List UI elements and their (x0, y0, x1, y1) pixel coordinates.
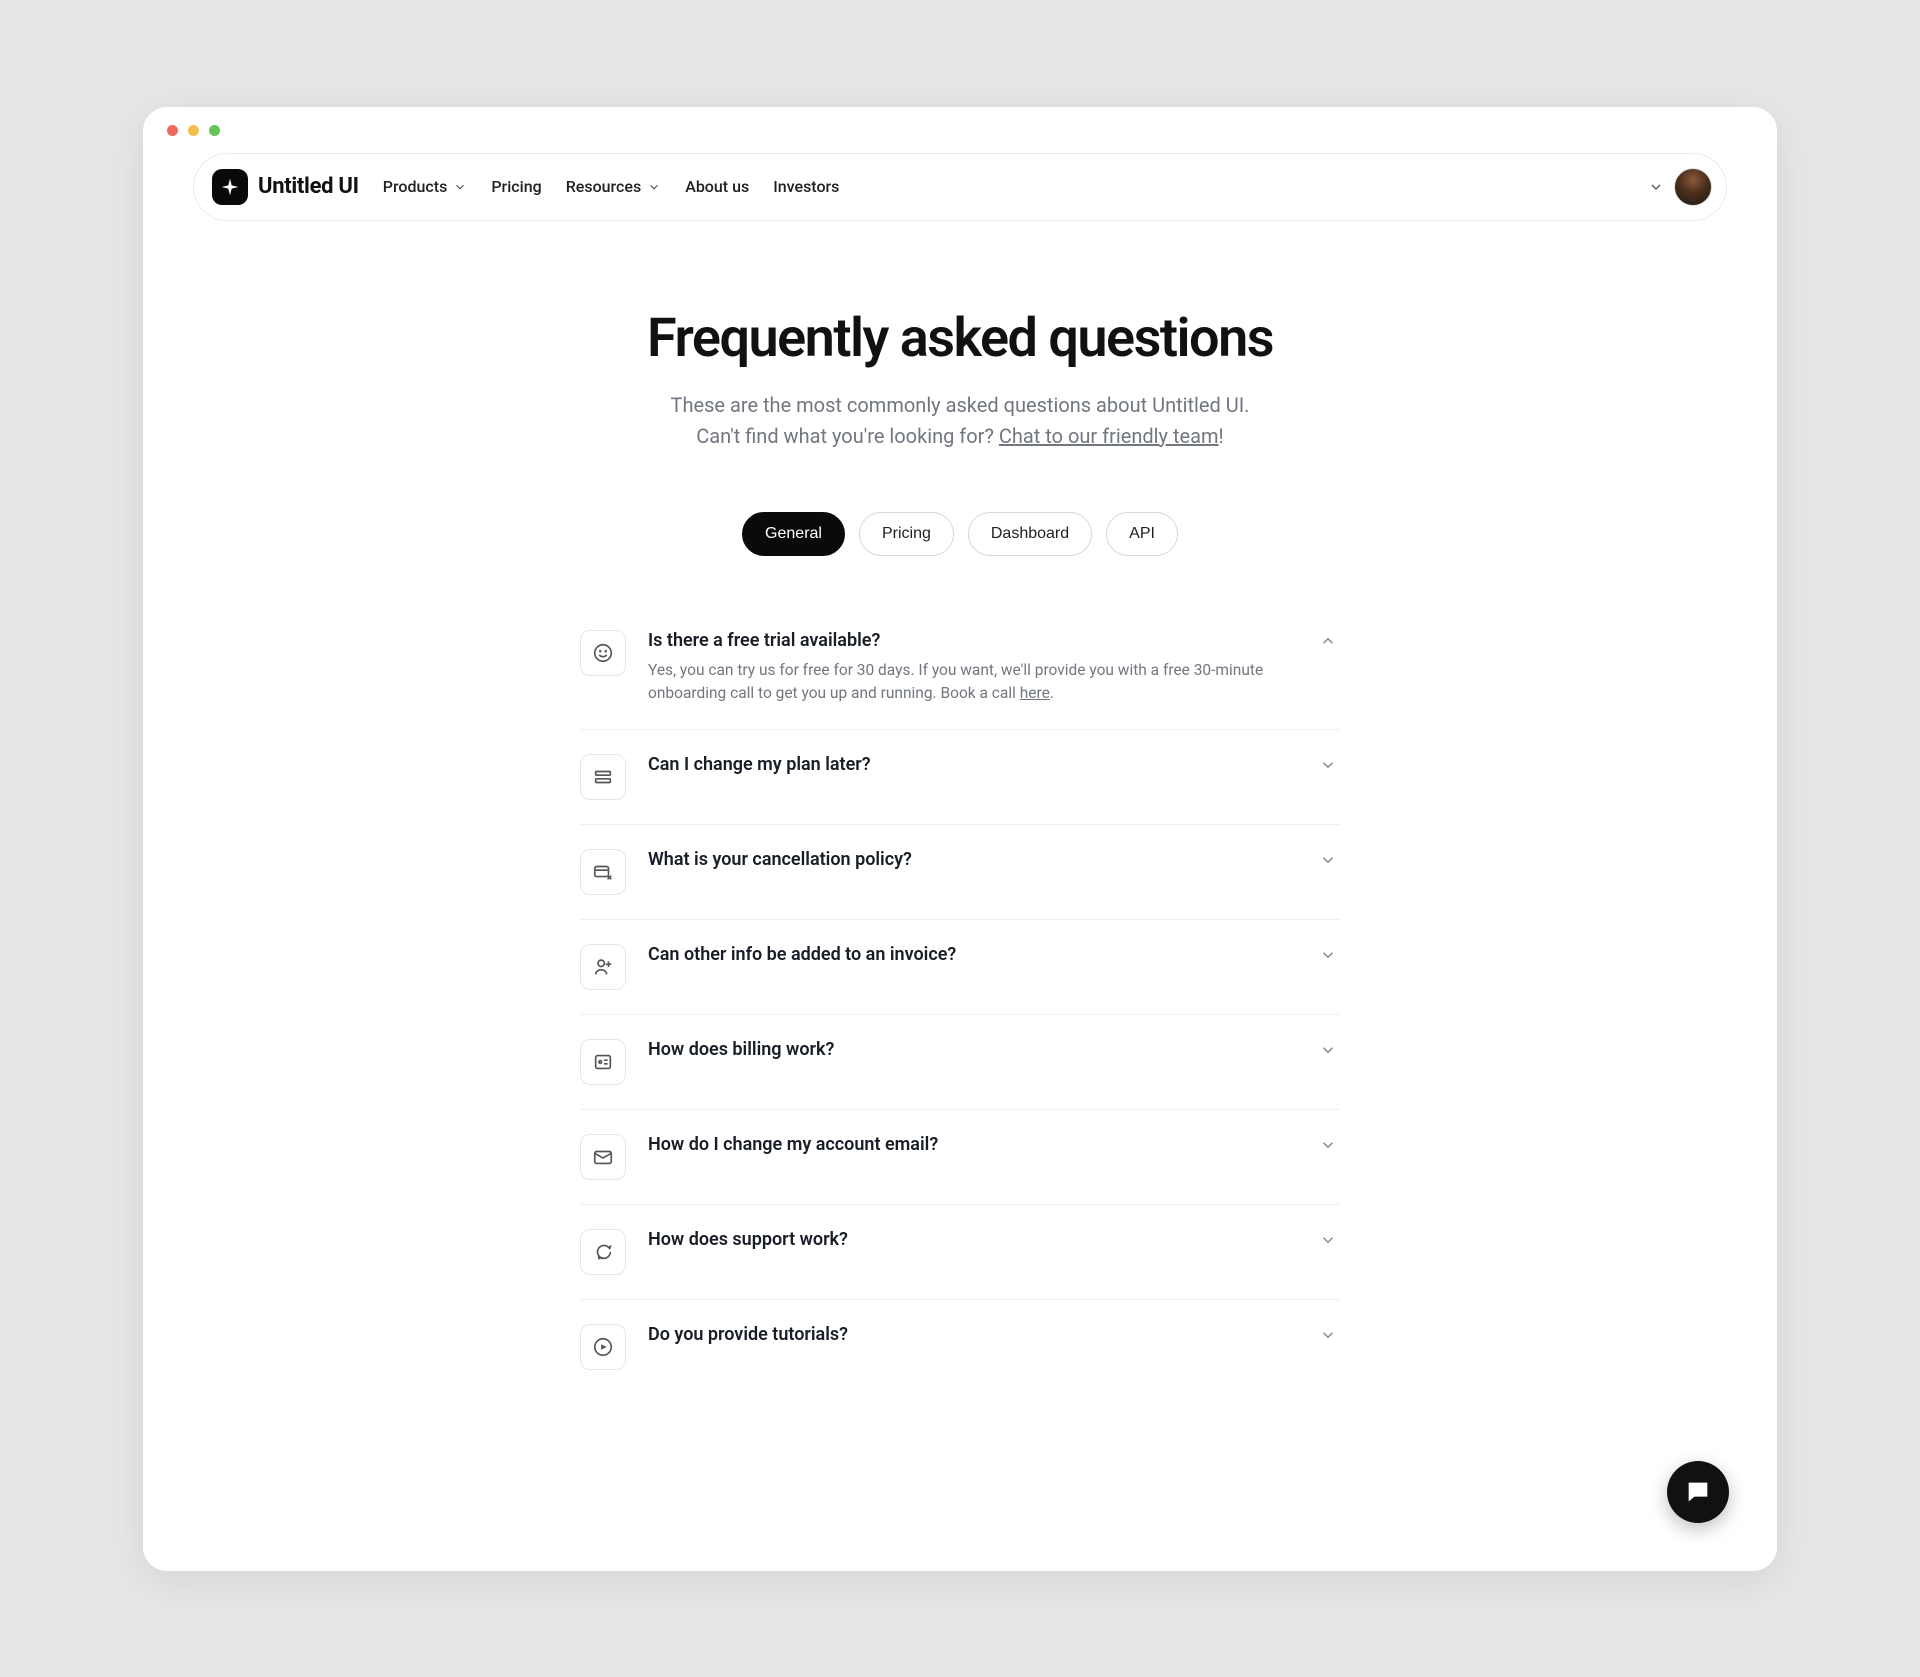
faq-question: How do I change my account email? (648, 1134, 1294, 1155)
brand-name: Untitled UI (258, 174, 359, 199)
chevron-down-icon[interactable] (1316, 851, 1340, 869)
chevron-down-icon[interactable] (1316, 1231, 1340, 1249)
tab-dashboard[interactable]: Dashboard (968, 512, 1092, 556)
nav-label: About us (685, 177, 749, 196)
faq-question: What is your cancellation policy? (648, 849, 1294, 870)
nav-item-products[interactable]: Products (383, 177, 468, 196)
smile-icon (580, 630, 626, 676)
faq-item[interactable]: How do I change my account email? (580, 1109, 1340, 1204)
tab-pricing[interactable]: Pricing (859, 512, 954, 556)
nav-item-resources[interactable]: Resources (566, 177, 662, 196)
window-controls (167, 125, 220, 136)
minimize-window-icon[interactable] (188, 125, 199, 136)
nav-right (1648, 168, 1712, 206)
page-title: Frequently asked questions (647, 307, 1273, 370)
rows-icon (580, 754, 626, 800)
faq-answer: Yes, you can try us for free for 30 days… (648, 659, 1294, 706)
subtitle-line2-prefix: Can't find what you're looking for? (696, 424, 999, 448)
faq-list: Is there a free trial available? Yes, yo… (580, 606, 1340, 1395)
faq-item[interactable]: Is there a free trial available? Yes, yo… (580, 606, 1340, 730)
mail-icon (580, 1134, 626, 1180)
maximize-window-icon[interactable] (209, 125, 220, 136)
faq-answer-text: Yes, you can try us for free for 30 days… (648, 661, 1263, 702)
faq-question: Is there a free trial available? (648, 630, 1294, 651)
faq-question: How does billing work? (648, 1039, 1294, 1060)
card-x-icon (580, 849, 626, 895)
tab-api[interactable]: API (1106, 512, 1178, 556)
page-subtitle: These are the most commonly asked questi… (671, 390, 1250, 452)
chevron-down-icon (453, 180, 467, 194)
receipt-icon (580, 1039, 626, 1085)
subtitle-line1: These are the most commonly asked questi… (671, 393, 1250, 417)
nav-label: Products (383, 177, 448, 196)
chevron-down-icon[interactable] (1316, 1136, 1340, 1154)
nav-label: Investors (773, 177, 839, 196)
nav-items: Products Pricing Resources About us Inve… (383, 177, 840, 196)
chevron-up-icon[interactable] (1316, 632, 1340, 650)
chat-icon (1684, 1478, 1712, 1506)
browser-window: Untitled UI Products Pricing Resources A… (143, 107, 1777, 1571)
top-nav: Untitled UI Products Pricing Resources A… (193, 153, 1727, 221)
faq-item[interactable]: Can other info be added to an invoice? (580, 919, 1340, 1014)
nav-item-about[interactable]: About us (685, 177, 749, 196)
faq-answer-suffix: . (1050, 684, 1054, 702)
tab-general[interactable]: General (742, 512, 845, 556)
main-content: Frequently asked questions These are the… (143, 307, 1777, 1395)
chat-team-link[interactable]: Chat to our friendly team (999, 424, 1219, 448)
nav-label: Pricing (491, 177, 541, 196)
subtitle-suffix: ! (1219, 424, 1224, 448)
logo-icon (212, 169, 248, 205)
chevron-down-icon[interactable] (1316, 1041, 1340, 1059)
chevron-down-icon[interactable] (1316, 756, 1340, 774)
faq-item[interactable]: How does billing work? (580, 1014, 1340, 1109)
nav-item-pricing[interactable]: Pricing (491, 177, 541, 196)
brand[interactable]: Untitled UI (212, 169, 359, 205)
chevron-down-icon (647, 180, 661, 194)
faq-item[interactable]: How does support work? (580, 1204, 1340, 1299)
faq-question: Can I change my plan later? (648, 754, 1294, 775)
faq-item[interactable]: What is your cancellation policy? (580, 824, 1340, 919)
faq-body: Is there a free trial available? Yes, yo… (648, 630, 1294, 706)
chat-launcher-button[interactable] (1667, 1461, 1729, 1523)
faq-item[interactable]: Do you provide tutorials? (580, 1299, 1340, 1394)
nav-label: Resources (566, 177, 642, 196)
user-plus-icon (580, 944, 626, 990)
chevron-down-icon[interactable] (1316, 946, 1340, 964)
faq-question: How does support work? (648, 1229, 1294, 1250)
close-window-icon[interactable] (167, 125, 178, 136)
faq-item[interactable]: Can I change my plan later? (580, 729, 1340, 824)
faq-tabs: General Pricing Dashboard API (742, 512, 1178, 556)
chevron-down-icon[interactable] (1648, 179, 1664, 195)
play-circle-icon (580, 1324, 626, 1370)
avatar[interactable] (1674, 168, 1712, 206)
chevron-down-icon[interactable] (1316, 1326, 1340, 1344)
nav-item-investors[interactable]: Investors (773, 177, 839, 196)
faq-question: Can other info be added to an invoice? (648, 944, 1294, 965)
message-icon (580, 1229, 626, 1275)
faq-question: Do you provide tutorials? (648, 1324, 1294, 1345)
book-call-link[interactable]: here (1020, 684, 1050, 702)
